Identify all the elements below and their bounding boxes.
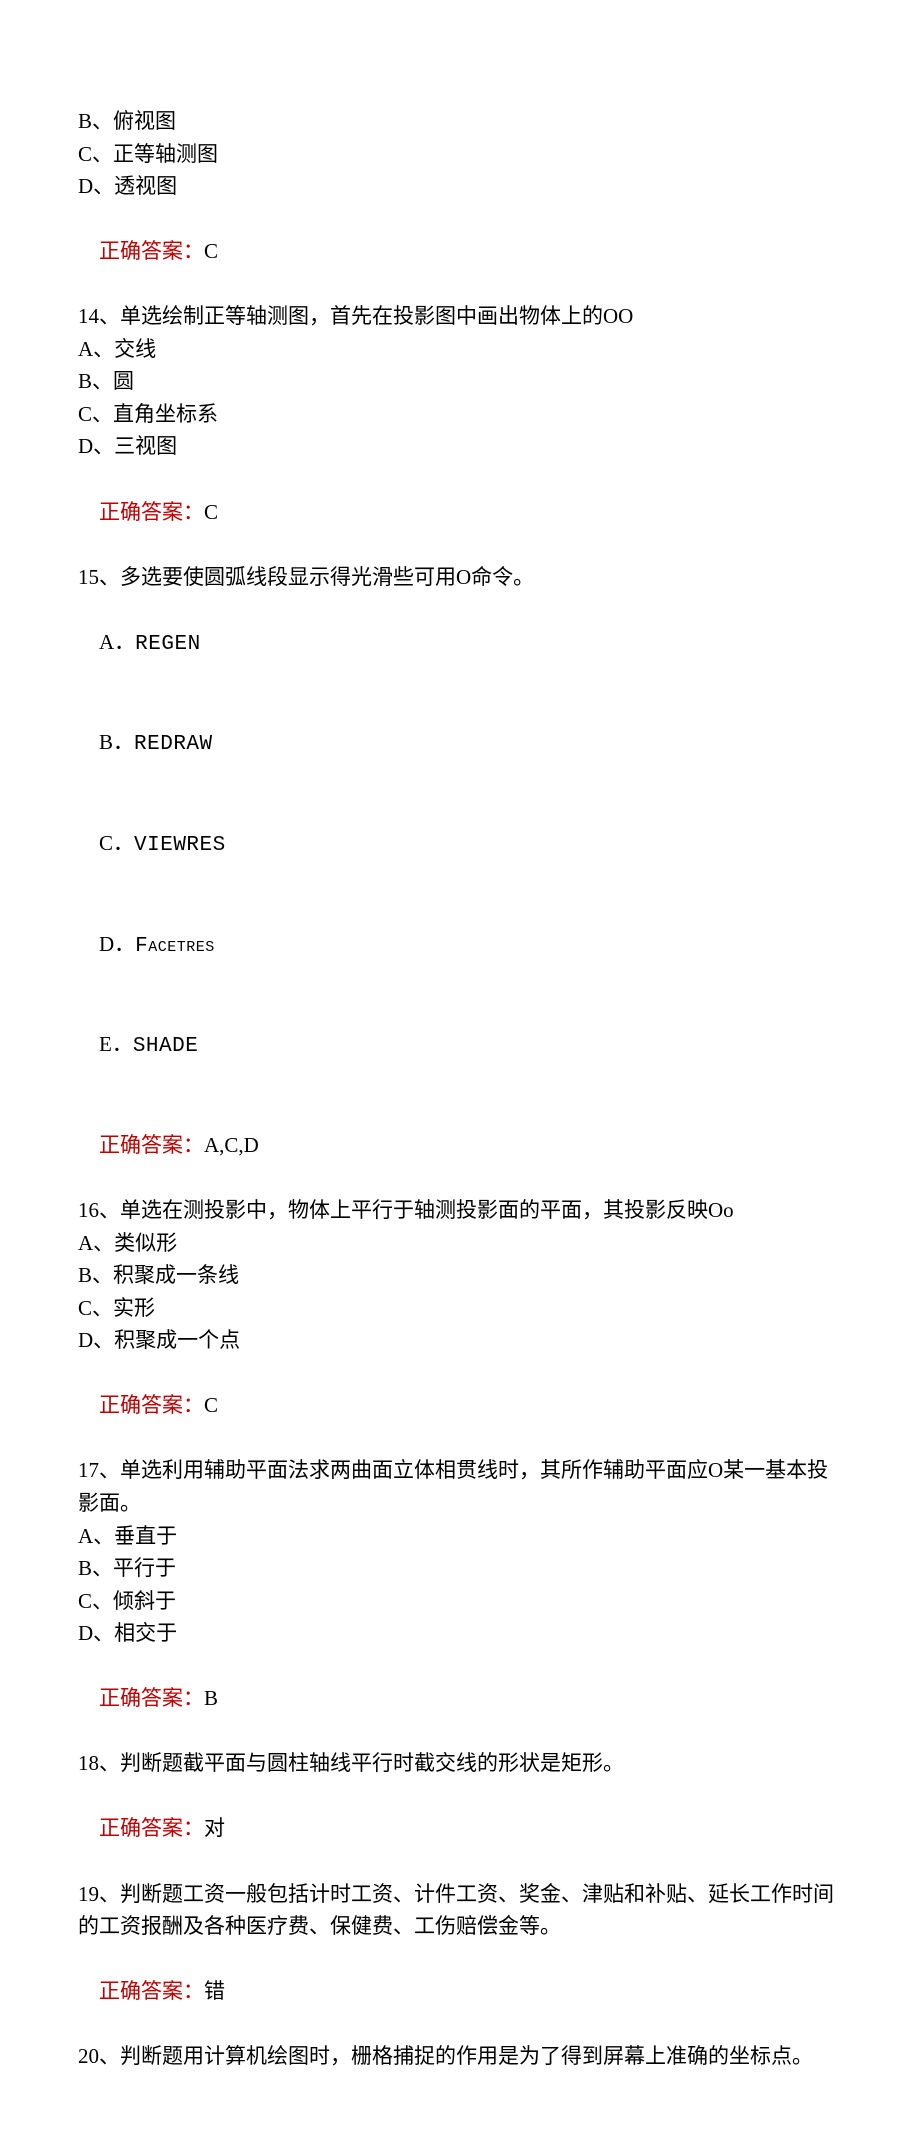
option-prefix: B．: [99, 730, 134, 754]
q15-option-b: B．REDRAW: [78, 694, 842, 795]
option-code: Facetres: [135, 935, 215, 958]
q17-option-d: D、相交于: [78, 1617, 842, 1650]
option-prefix: D．: [99, 932, 135, 956]
answer-label: 正确答案：: [99, 1816, 204, 1840]
answer-label: 正确答案：: [99, 1133, 204, 1157]
q18-stem: 18、判断题截平面与圆柱轴线平行时截交线的形状是矩形。: [78, 1747, 842, 1780]
q16-stem: 16、单选在测投影中，物体上平行于轴测投影面的平面，其投影反映Oo: [78, 1194, 842, 1227]
q14-option-c: C、直角坐标系: [78, 398, 842, 431]
answer-value: C: [204, 239, 218, 263]
q17-option-b: B、平行于: [78, 1552, 842, 1585]
answer-value: 对: [204, 1816, 225, 1840]
option-code: VIEWRES: [134, 834, 226, 857]
q17-answer: 正确答案：B: [78, 1650, 842, 1748]
q15-answer: 正确答案：A,C,D: [78, 1096, 842, 1194]
answer-label: 正确答案：: [99, 239, 204, 263]
q16-answer: 正确答案：C: [78, 1357, 842, 1455]
q15-option-e: E．SHADE: [78, 996, 842, 1097]
answer-value: 错: [204, 1979, 225, 2003]
option-prefix: C．: [99, 831, 134, 855]
option-code: REDRAW: [134, 733, 213, 756]
q14-option-b: B、圆: [78, 365, 842, 398]
answer-value: A,C,D: [204, 1133, 259, 1157]
q16-option-c: C、实形: [78, 1292, 842, 1325]
answer-value: B: [204, 1686, 218, 1710]
answer-value: C: [204, 1393, 218, 1417]
answer-value: C: [204, 500, 218, 524]
q17-stem: 17、单选利用辅助平面法求两曲面立体相贯线时，其所作辅助平面应O某一基本投影面。: [78, 1454, 842, 1519]
q18-answer: 正确答案：对: [78, 1780, 842, 1878]
answer-label: 正确答案：: [99, 1686, 204, 1710]
q13-answer: 正确答案：C: [78, 203, 842, 301]
q17-option-c: C、倾斜于: [78, 1585, 842, 1618]
q15-option-d: D．Facetres: [78, 895, 842, 996]
q15-option-a: A．REGEN: [78, 593, 842, 694]
q14-option-d: D、三视图: [78, 430, 842, 463]
q19-stem: 19、判断题工资一般包括计时工资、计件工资、奖金、津贴和补贴、延长工作时间的工资…: [78, 1878, 842, 1943]
q16-option-a: A、类似形: [78, 1227, 842, 1260]
option-code: SHADE: [133, 1035, 199, 1058]
q15-stem: 15、多选要使圆弧线段显示得光滑些可用O命令。: [78, 561, 842, 594]
q13-option-b: B、俯视图: [78, 105, 842, 138]
q20-stem: 20、判断题用计算机绘图时，栅格捕捉的作用是为了得到屏幕上准确的坐标点。: [78, 2040, 842, 2073]
q15-option-c: C．VIEWRES: [78, 794, 842, 895]
q14-stem: 14、单选绘制正等轴测图，首先在投影图中画出物体上的OO: [78, 300, 842, 333]
q19-answer: 正确答案：错: [78, 1943, 842, 2041]
q16-option-b: B、积聚成一条线: [78, 1259, 842, 1292]
q13-option-c: C、正等轴测图: [78, 138, 842, 171]
q17-option-a: A、垂直于: [78, 1520, 842, 1553]
option-prefix: A．: [99, 630, 135, 654]
answer-label: 正确答案：: [99, 1393, 204, 1417]
q14-option-a: A、交线: [78, 333, 842, 366]
q13-option-d: D、透视图: [78, 170, 842, 203]
q16-option-d: D、积聚成一个点: [78, 1324, 842, 1357]
answer-label: 正确答案：: [99, 1979, 204, 2003]
exam-document: B、俯视图 C、正等轴测图 D、透视图 正确答案：C 14、单选绘制正等轴测图，…: [0, 0, 920, 2133]
q14-answer: 正确答案：C: [78, 463, 842, 561]
option-prefix: E．: [99, 1032, 133, 1056]
answer-label: 正确答案：: [99, 500, 204, 524]
option-code: REGEN: [135, 633, 201, 656]
